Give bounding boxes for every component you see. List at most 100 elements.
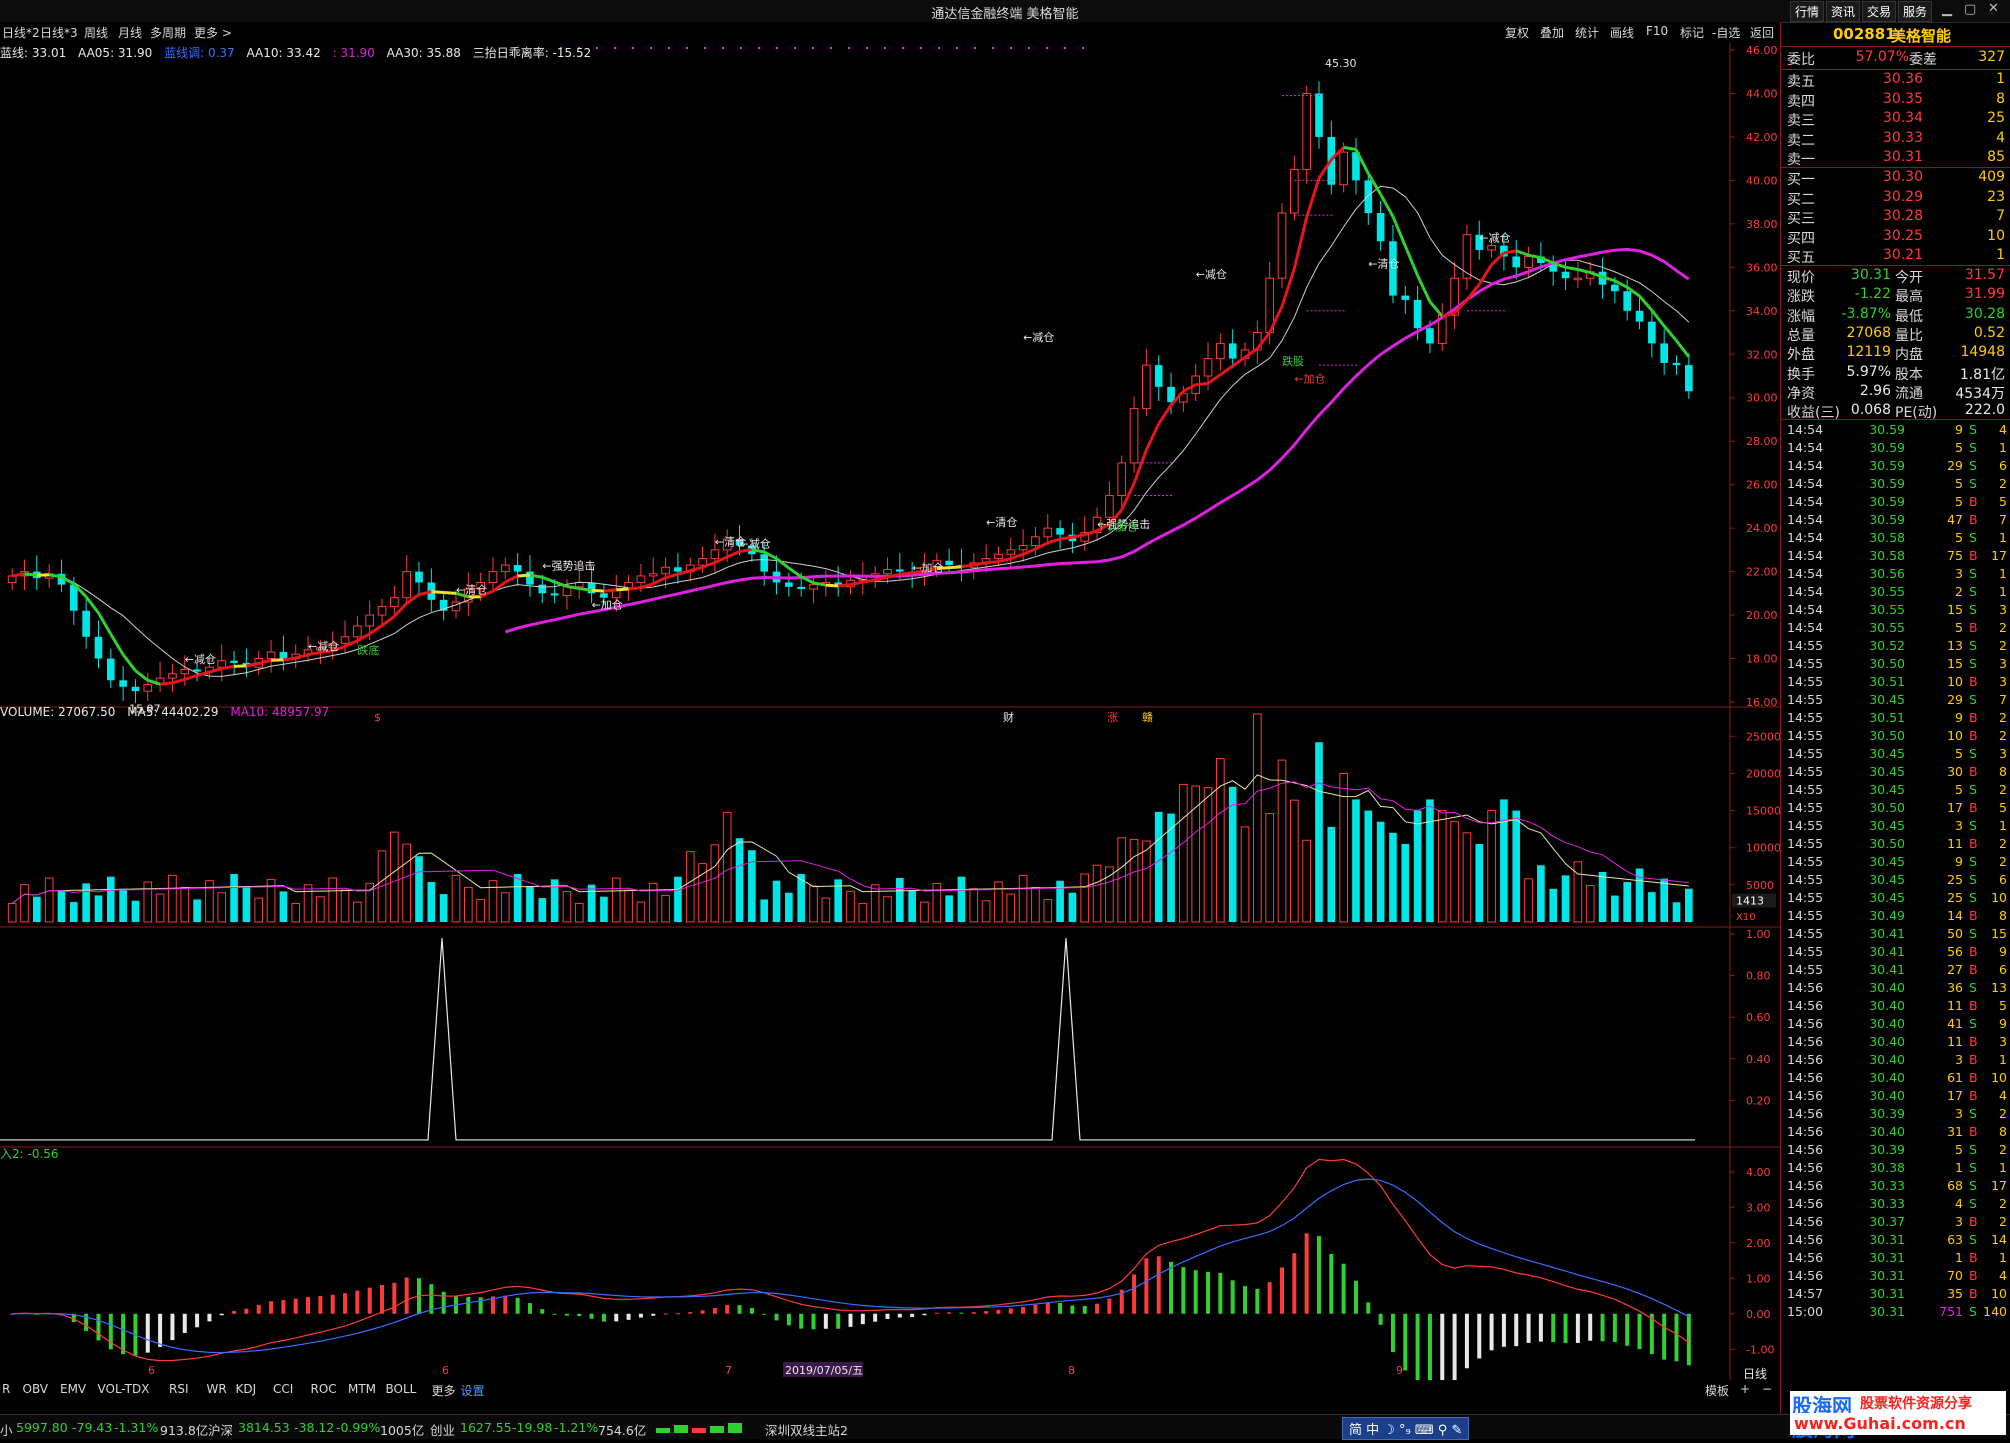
price-axis-label: 42.00 bbox=[1746, 131, 1778, 144]
macd-bar bbox=[1243, 1286, 1247, 1314]
top-marker bbox=[956, 47, 958, 49]
ind-blue-line: 蓝线: 33.01 bbox=[0, 46, 66, 60]
signal-annotation: ←减仓 bbox=[740, 537, 771, 551]
indicator-tab[interactable]: CCI bbox=[273, 1382, 293, 1396]
template-button[interactable]: 模板 bbox=[1705, 1382, 1729, 1399]
macd-bar bbox=[1083, 1306, 1087, 1314]
top-marker bbox=[920, 47, 922, 49]
tab-service[interactable]: 服务 bbox=[1898, 1, 1932, 22]
zoom-in-button[interactable]: + bbox=[1740, 1382, 1750, 1396]
menu-mark[interactable]: 标记 bbox=[1680, 24, 1704, 41]
macd-bar bbox=[1354, 1281, 1358, 1314]
menu-overlay[interactable]: 叠加 bbox=[1540, 24, 1564, 41]
indicator-tab[interactable]: MTM bbox=[348, 1382, 376, 1396]
ma5-segment bbox=[370, 625, 382, 633]
tab-news[interactable]: 资讯 bbox=[1826, 1, 1860, 22]
menu-back[interactable]: 返回 bbox=[1750, 24, 1774, 41]
minimize-icon[interactable]: ▁ bbox=[1942, 2, 1952, 17]
ind4-axis-label: 1.00 bbox=[1746, 1272, 1771, 1285]
bid-row: 买五30.211 bbox=[1787, 247, 2007, 266]
period-label: 日线 bbox=[1743, 1365, 1767, 1382]
volume-bar bbox=[1081, 874, 1089, 922]
menu-stats[interactable]: 统计 bbox=[1575, 24, 1599, 41]
top-marker bbox=[704, 47, 706, 49]
menu-monthly[interactable]: 月线 bbox=[118, 24, 142, 41]
macd-bar bbox=[1662, 1314, 1666, 1360]
macd-bar bbox=[1181, 1267, 1185, 1314]
menu-f10[interactable]: F10 bbox=[1646, 24, 1668, 38]
menu-multi-period[interactable]: 多周期 bbox=[150, 24, 186, 41]
ind4-axis-label: 2.00 bbox=[1746, 1237, 1771, 1250]
menu-daily-3[interactable]: 日线*3 bbox=[40, 24, 78, 41]
volume-bar bbox=[723, 812, 731, 922]
tick-row: 14:5630.334S2 bbox=[1787, 1196, 2009, 1214]
volume-bar bbox=[428, 882, 436, 922]
volume-bar bbox=[82, 883, 90, 922]
macd-bar bbox=[146, 1314, 150, 1353]
top-marker bbox=[884, 47, 886, 49]
tick-row: 14:5430.552S1 bbox=[1787, 584, 2009, 602]
tab-market[interactable]: 行情 bbox=[1790, 1, 1824, 22]
indicator-tab[interactable]: RSI bbox=[169, 1382, 189, 1396]
volume-bar bbox=[107, 877, 115, 922]
menu-daily-2[interactable]: 日线*2 bbox=[2, 24, 40, 41]
candle-up bbox=[267, 652, 275, 659]
ma5-segment bbox=[12, 574, 24, 576]
indicator-tab[interactable]: 更多 bbox=[432, 1382, 456, 1399]
indicator-tab[interactable]: R bbox=[2, 1382, 10, 1396]
ma5-segment bbox=[1011, 554, 1023, 558]
ma5-segment bbox=[863, 580, 875, 582]
candle-up bbox=[501, 565, 509, 572]
volume-bar bbox=[58, 890, 66, 922]
macd-bar bbox=[614, 1314, 618, 1322]
indicator-tab[interactable]: 设置 bbox=[461, 1382, 485, 1399]
volume-bar bbox=[1143, 841, 1151, 922]
idx1-name: 小 bbox=[0, 1420, 13, 1439]
tick-row: 14:5430.5875B17 bbox=[1787, 548, 2009, 566]
volume-bar bbox=[317, 897, 325, 922]
volume-bar bbox=[760, 899, 768, 922]
menu-watchlist[interactable]: -自选 bbox=[1712, 24, 1740, 41]
volume-bar bbox=[958, 877, 966, 922]
menu-draw[interactable]: 画线 bbox=[1610, 24, 1634, 41]
indicator-tab[interactable]: OBV bbox=[23, 1382, 49, 1396]
ind3-axis-label: 0.40 bbox=[1746, 1053, 1771, 1066]
ma5-segment bbox=[1196, 383, 1208, 384]
indicator-tab[interactable]: EMV bbox=[60, 1382, 86, 1396]
volume-bar bbox=[526, 886, 534, 922]
top-marker bbox=[1028, 47, 1030, 49]
maximize-icon[interactable]: ▢ bbox=[1964, 2, 1976, 17]
indicator-tab[interactable]: ROC bbox=[311, 1382, 337, 1396]
menu-adjust[interactable]: 复权 bbox=[1505, 24, 1529, 41]
indicator-tab[interactable]: BOLL bbox=[386, 1382, 417, 1396]
indicator-tab[interactable]: WR bbox=[207, 1382, 227, 1396]
price-axis-label: 26.00 bbox=[1746, 479, 1778, 492]
macd-bar bbox=[639, 1314, 643, 1318]
indicator-tab[interactable]: KDJ bbox=[236, 1382, 257, 1396]
price-axis-label: 44.00 bbox=[1746, 87, 1778, 100]
tick-row: 14:5530.5213S2 bbox=[1787, 638, 2009, 656]
volume-bar bbox=[785, 893, 793, 922]
ime-toolbar[interactable]: 简 中 ☽ °₉ ⌨ ⚲ ✎ bbox=[1342, 1417, 1469, 1440]
macd-bar bbox=[479, 1297, 483, 1313]
close-icon[interactable]: ✕ bbox=[1988, 1, 1999, 16]
macd-bar bbox=[232, 1311, 236, 1314]
volume-indicator-bar: VOLUME: 27067.50 MA5: 44402.29 MA10: 489… bbox=[0, 705, 329, 719]
indicator-tab[interactable]: VOL-TDX bbox=[98, 1382, 150, 1396]
tab-trade[interactable]: 交易 bbox=[1862, 1, 1896, 22]
top-marker bbox=[1082, 47, 1084, 49]
macd-bar bbox=[1527, 1314, 1531, 1343]
candle-up bbox=[884, 569, 892, 573]
macd-bar bbox=[1058, 1303, 1062, 1314]
top-marker bbox=[776, 47, 778, 49]
top-marker bbox=[632, 47, 634, 49]
ma5-segment bbox=[1430, 302, 1442, 317]
menu-weekly[interactable]: 周线 bbox=[84, 24, 108, 41]
volume-bar bbox=[1574, 862, 1582, 922]
volume-axis-label: 10000 bbox=[1746, 842, 1780, 855]
bid-row: 买四30.2510 bbox=[1787, 228, 2007, 247]
stock-name: 美格智能 bbox=[1891, 25, 1951, 46]
zoom-out-button[interactable]: − bbox=[1762, 1382, 1772, 1396]
menu-more[interactable]: 更多 > bbox=[194, 24, 232, 41]
macd-bar bbox=[1601, 1314, 1605, 1341]
